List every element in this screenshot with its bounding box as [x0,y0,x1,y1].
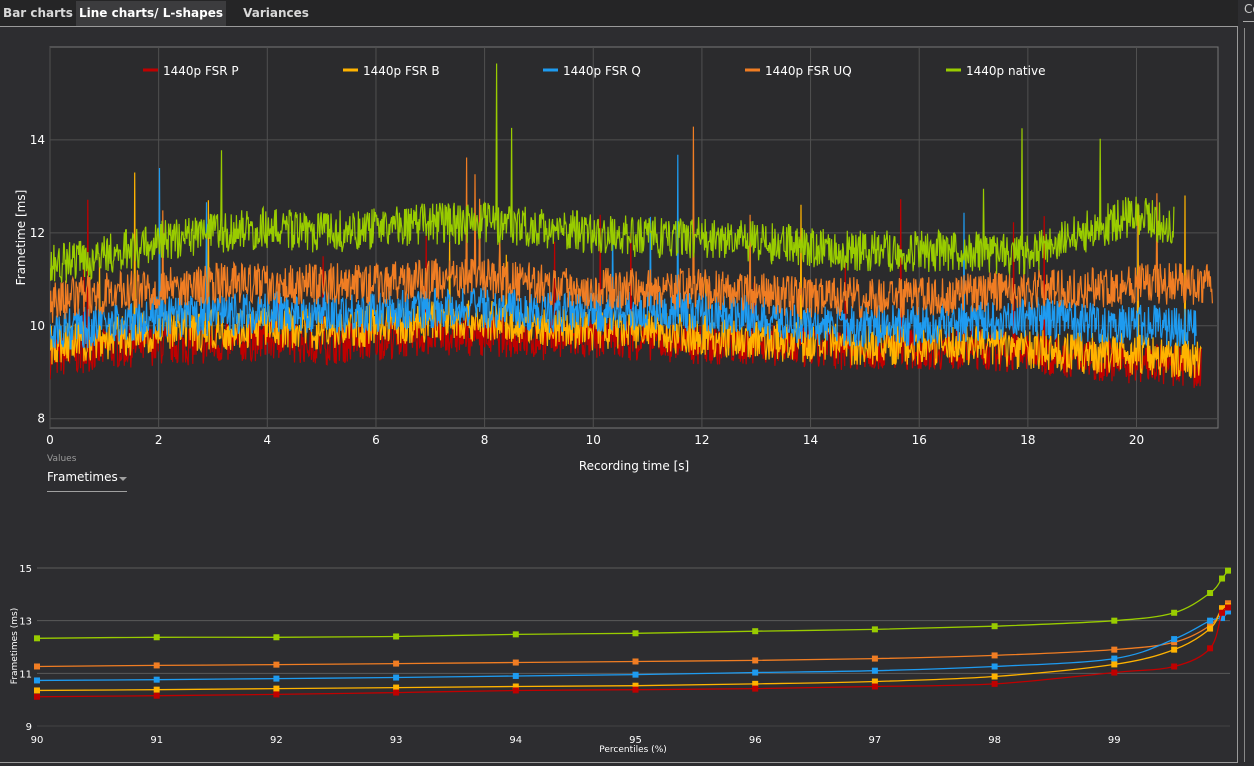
data-point-marker [752,657,759,664]
y-tick-label: 11 [19,669,32,680]
data-point-marker [34,635,40,642]
data-point-marker [871,667,878,674]
chevron-down-icon [119,477,127,481]
data-point-marker [273,691,280,698]
data-point-marker [512,659,519,666]
data-point-marker [1171,609,1178,616]
data-point-marker [1207,645,1214,652]
data-point-marker [512,672,519,679]
data-point-marker [153,662,160,669]
data-point-marker [393,674,400,681]
values-dropdown[interactable]: Frametimes [47,468,127,492]
percentile-line-chart: 911131590 91 92 93 94 95 96 97 98 99Percentiles (… [10,564,1232,755]
divider [1243,21,1254,22]
data-point-marker [1111,617,1118,624]
data-point-marker [1225,604,1232,611]
data-point-marker [1207,617,1214,624]
data-point-marker [991,680,998,687]
data-point-marker [871,683,878,690]
data-point-marker [1111,661,1118,668]
right-panel-list[interactable] [1244,28,1254,762]
data-point-marker [273,634,280,641]
series-line [36,605,1229,692]
data-point-marker [1111,646,1118,653]
data-point-marker [1171,646,1178,653]
data-point-marker [1225,567,1232,574]
data-point-marker [1207,625,1214,632]
data-point-marker [1219,575,1226,582]
data-point-marker [1207,590,1214,597]
y-axis-title: Frametimes (ms) [10,608,20,684]
data-point-marker [991,673,998,680]
data-point-marker [991,623,998,630]
data-point-marker [34,677,40,684]
data-point-marker [1171,636,1178,643]
y-tick-label: 13 [19,617,32,628]
series-line [36,611,1229,682]
data-point-marker [1111,655,1118,662]
values-label: Values [47,454,77,464]
values-dropdown-selected: Frametimes [47,470,118,484]
data-point-marker [632,671,639,678]
data-point-marker [1171,663,1178,670]
x-tick-label: 94 [509,735,522,746]
data-point-marker [752,628,759,635]
data-point-marker [1219,609,1226,616]
data-point-marker [632,630,639,637]
data-point-marker [34,663,40,670]
data-point-marker [1111,669,1118,676]
data-point-marker [153,692,160,699]
x-tick-label: 91 [150,735,163,746]
series-line [36,570,1229,639]
right-panel: Co [1242,0,1254,766]
data-point-marker [871,626,878,633]
y-tick-label: 9 [26,722,32,733]
x-tick-label: 93 [390,735,403,746]
x-tick-label: 99 [1108,735,1121,746]
data-point-marker [512,687,519,694]
data-point-marker [34,693,40,700]
x-tick-label: 92 [270,735,283,746]
x-tick-label: 97 [869,735,882,746]
x-axis-title: Percentiles (%) [599,745,667,755]
data-point-marker [632,686,639,693]
y-tick-label: 15 [19,564,32,575]
data-point-marker [273,675,280,682]
data-point-marker [991,652,998,659]
data-point-marker [153,686,160,693]
data-point-marker [393,660,400,667]
data-point-marker [752,685,759,692]
data-point-marker [512,631,519,638]
x-tick-label: 96 [749,735,762,746]
data-point-marker [632,658,639,665]
data-point-marker [393,689,400,696]
x-tick-label: 98 [988,735,1001,746]
data-point-marker [871,655,878,662]
data-point-marker [273,661,280,668]
data-point-marker [393,633,400,640]
data-point-marker [34,687,40,694]
data-point-marker [153,634,160,641]
data-point-marker [991,663,998,670]
data-point-marker [153,676,160,683]
x-tick-label: 90 [31,735,44,746]
data-point-marker [273,685,280,692]
right-panel-title: Co [1244,2,1254,16]
data-point-marker [752,669,759,676]
